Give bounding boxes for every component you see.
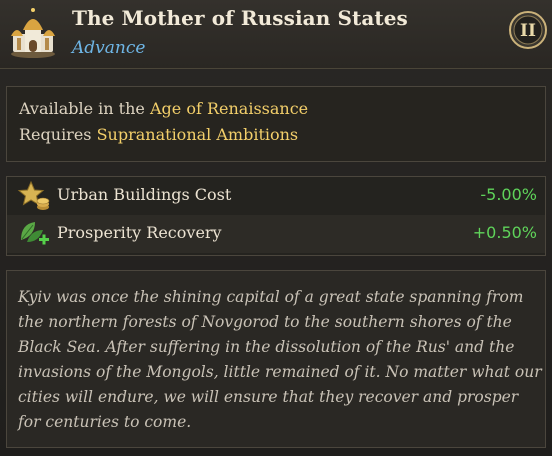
advance-tooltip: The Mother of Russian States Advance II … [0,0,552,456]
modifier-label: Urban Buildings Cost [57,185,232,204]
modifiers-box: Urban Buildings Cost -5.00% Prosperity R… [6,176,546,256]
flavor-text-box: Kyiv was once the shining capital of a g… [6,270,546,448]
prerequisite-prefix: Requires [19,125,97,144]
tooltip-header: The Mother of Russian States Advance II [0,0,552,69]
modifier-row: Urban Buildings Cost -5.00% [7,177,545,215]
availability-line: Available in the Age of Renaissance [19,99,308,118]
flavor-text: Kyiv was once the shining capital of a g… [18,288,542,431]
availability-prefix: Available in the [19,99,150,118]
prerequisite-link[interactable]: Supranational Ambitions [97,125,299,144]
tier-badge: II [509,11,547,49]
star-coins-icon [17,180,50,210]
tier-label: II [520,21,536,41]
requirements-box: Available in the Age of Renaissance Requ… [6,86,546,162]
leaf-plus-icon [21,222,49,245]
modifier-value: +0.50% [472,223,537,242]
building-icon [11,8,55,58]
modifier-row: Prosperity Recovery +0.50% [7,215,545,253]
modifier-label: Prosperity Recovery [57,223,222,242]
age-link[interactable]: Age of Renaissance [150,99,308,118]
prerequisite-line: Requires Supranational Ambitions [19,125,298,144]
advance-title: The Mother of Russian States [72,6,408,30]
modifier-value: -5.00% [480,185,537,204]
advance-type-label: Advance [72,38,146,58]
